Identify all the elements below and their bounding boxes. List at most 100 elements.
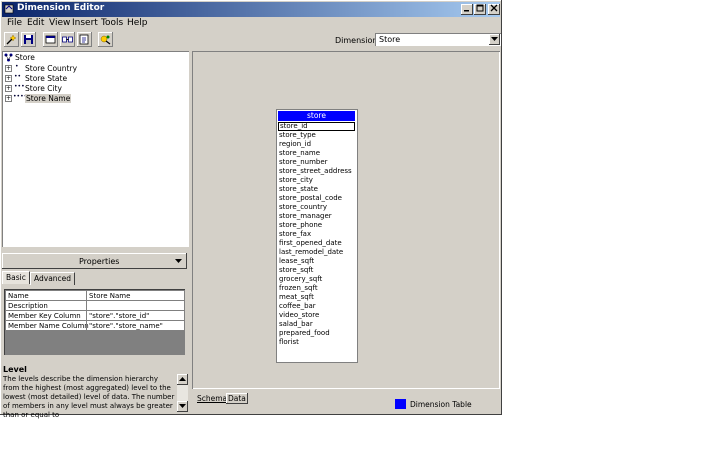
title-bar[interactable]: Dimension Editor <box>2 2 500 17</box>
table-field[interactable]: store_postal_code <box>278 194 355 203</box>
scroll-down-button[interactable] <box>177 401 188 412</box>
legend-swatch <box>395 399 406 409</box>
table-field[interactable]: grocery_sqft <box>278 275 355 284</box>
process-icon <box>100 35 111 45</box>
level-tree: Store + • Store Country + •• Store State… <box>2 51 189 247</box>
tree-item-label: Store City <box>25 84 62 93</box>
wizard-icon <box>6 34 17 45</box>
table-field[interactable]: prepared_food <box>278 329 355 338</box>
window-title: Dimension Editor <box>17 3 105 13</box>
close-icon <box>490 4 498 12</box>
help-scrollbar[interactable] <box>177 374 188 412</box>
menu-edit[interactable]: Edit <box>27 18 44 28</box>
table-field[interactable]: store_sqft <box>278 266 355 275</box>
table-header[interactable]: store <box>278 111 355 121</box>
table-field[interactable]: meat_sqft <box>278 293 355 302</box>
table-field[interactable]: video_store <box>278 311 355 320</box>
join-button[interactable] <box>60 32 75 47</box>
tab-advanced[interactable]: Advanced <box>30 272 76 285</box>
toolbar: Dimension: Store <box>2 31 501 49</box>
tab-data[interactable]: Data <box>226 393 248 404</box>
scroll-up-button[interactable] <box>177 374 188 385</box>
property-name: Member Name Column <box>8 322 89 330</box>
table-field[interactable]: frozen_sqft <box>278 284 355 293</box>
table-field[interactable]: florist <box>278 338 355 347</box>
table-field[interactable]: salad_bar <box>278 320 355 329</box>
dimension-select-value: Store <box>379 35 401 44</box>
table-field[interactable]: store_number <box>278 158 355 167</box>
table-field[interactable]: store_type <box>278 131 355 140</box>
level-icon: •• <box>14 73 22 80</box>
properties-header[interactable]: Properties <box>2 253 187 269</box>
properties-icon <box>79 34 89 45</box>
property-value[interactable]: "store"."store_id" <box>89 312 149 320</box>
table-field[interactable]: store_manager <box>278 212 355 221</box>
level-help-text: The levels describe the dimension hierar… <box>3 375 175 419</box>
chevron-down-icon <box>175 259 182 263</box>
level-icon: • <box>15 63 19 70</box>
property-name: Description <box>8 302 48 310</box>
save-icon <box>24 35 33 44</box>
expand-icon[interactable]: + <box>5 65 12 72</box>
dimension-label: Dimension: <box>335 36 381 45</box>
table-fields: store_id store_type region_id store_name sto… <box>278 122 355 347</box>
dimension-select[interactable]: Store <box>375 33 501 46</box>
menu-view[interactable]: View <box>49 18 70 28</box>
expand-icon[interactable]: + <box>5 85 12 92</box>
table-field[interactable]: store_street_address <box>278 167 355 176</box>
join-icon <box>62 36 73 43</box>
expand-icon[interactable]: + <box>5 95 12 102</box>
close-button[interactable] <box>488 4 500 15</box>
menu-tools[interactable]: Tools <box>101 18 123 28</box>
save-button[interactable] <box>21 32 36 47</box>
table-field[interactable]: lease_sqft <box>278 257 355 266</box>
dimension-dropdown-button[interactable] <box>489 34 500 45</box>
expand-icon[interactable]: + <box>5 75 12 82</box>
tree-item-label: Store Name <box>25 94 72 103</box>
properties-title: Properties <box>79 257 120 266</box>
property-row[interactable]: Description <box>6 301 184 310</box>
property-row[interactable]: Member Key Column "store"."store_id" <box>6 311 184 320</box>
table-field[interactable]: region_id <box>278 140 355 149</box>
legend-label: Dimension Table <box>410 400 472 409</box>
table-view-button[interactable] <box>43 32 58 47</box>
dimension-icon <box>4 53 13 62</box>
dimension-editor-window: Dimension Editor File Edit View Insert T… <box>0 0 502 419</box>
property-value[interactable]: "store"."store_name" <box>89 322 163 330</box>
table-field[interactable]: store_name <box>278 149 355 158</box>
tree-item-label: Store Country <box>25 64 78 73</box>
property-name: Name <box>8 292 29 300</box>
process-button[interactable] <box>98 32 113 47</box>
table-field[interactable]: store_phone <box>278 221 355 230</box>
minimize-button[interactable] <box>461 4 473 15</box>
wizard-button[interactable] <box>4 32 19 47</box>
tree-item-label: Store State <box>25 74 68 83</box>
maximize-icon <box>476 4 484 12</box>
table-store[interactable]: store store_id store_type region_id store_n… <box>276 109 358 363</box>
minimize-icon <box>464 10 469 12</box>
table-field[interactable]: last_remodel_date <box>278 248 355 257</box>
menu-file[interactable]: File <box>7 18 22 28</box>
level-help-pane: Level The levels describe the dimension … <box>2 365 189 419</box>
column-divider <box>86 301 87 310</box>
property-row[interactable]: Member Name Column "store"."store_name" <box>6 321 184 330</box>
maximize-button[interactable] <box>474 4 486 15</box>
property-name: Member Key Column <box>8 312 81 320</box>
app-icon <box>4 4 14 14</box>
property-value[interactable]: Store Name <box>89 292 130 300</box>
table-field[interactable]: first_opened_date <box>278 239 355 248</box>
menu-insert[interactable]: Insert <box>72 18 98 28</box>
table-field[interactable]: coffee_bar <box>278 302 355 311</box>
table-field[interactable]: store_city <box>278 176 355 185</box>
schema-canvas[interactable]: store store_id store_type region_id store_n… <box>192 51 500 389</box>
table-field[interactable]: store_id <box>278 122 355 131</box>
tab-schema[interactable]: Schema <box>195 393 229 404</box>
property-row[interactable]: Name Store Name <box>6 291 184 300</box>
menu-help[interactable]: Help <box>127 18 148 28</box>
properties-button[interactable] <box>77 32 92 47</box>
table-field[interactable]: store_state <box>278 185 355 194</box>
tab-basic[interactable]: Basic <box>2 271 30 284</box>
table-field[interactable]: store_fax <box>278 230 355 239</box>
table-field[interactable]: store_country <box>278 203 355 212</box>
menu-bar: File Edit View Insert Tools Help <box>2 17 500 31</box>
